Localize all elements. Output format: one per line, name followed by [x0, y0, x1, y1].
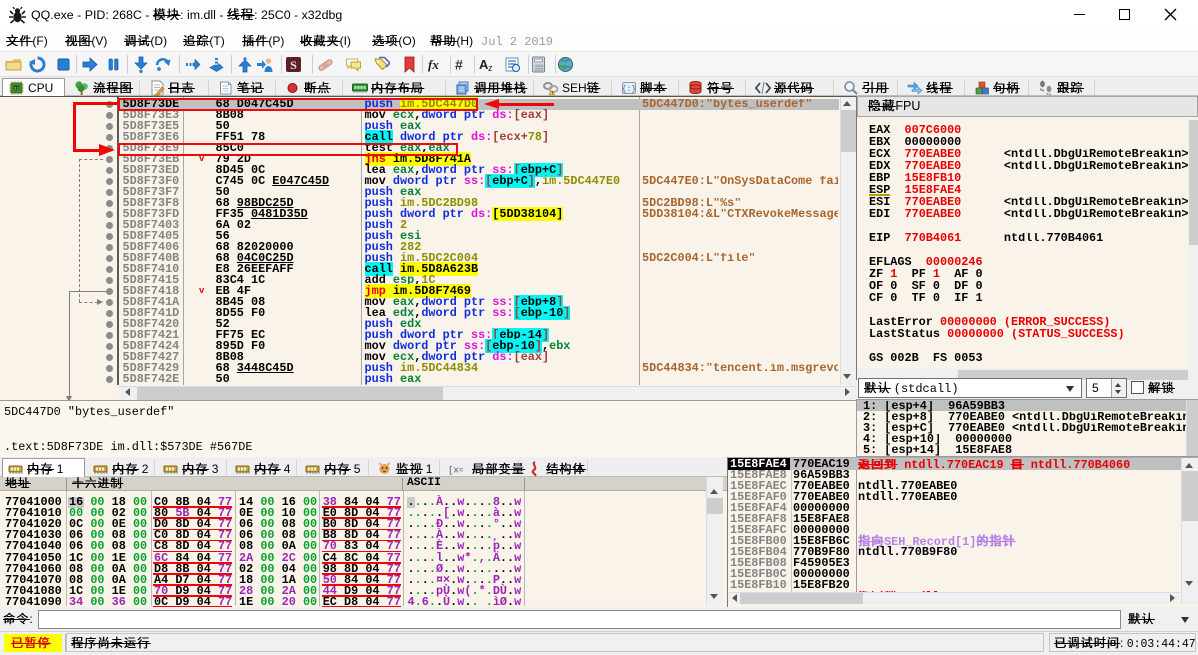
svg-text:S: S	[290, 58, 297, 72]
svg-text:32: 32	[14, 86, 20, 92]
svg-text:#: #	[455, 57, 463, 73]
svg-text:[x=]: [x=]	[448, 466, 463, 476]
svg-text:z: z	[488, 63, 493, 73]
svg-text:{:}: {:}	[622, 85, 636, 94]
svg-text:fx: fx	[428, 57, 439, 72]
